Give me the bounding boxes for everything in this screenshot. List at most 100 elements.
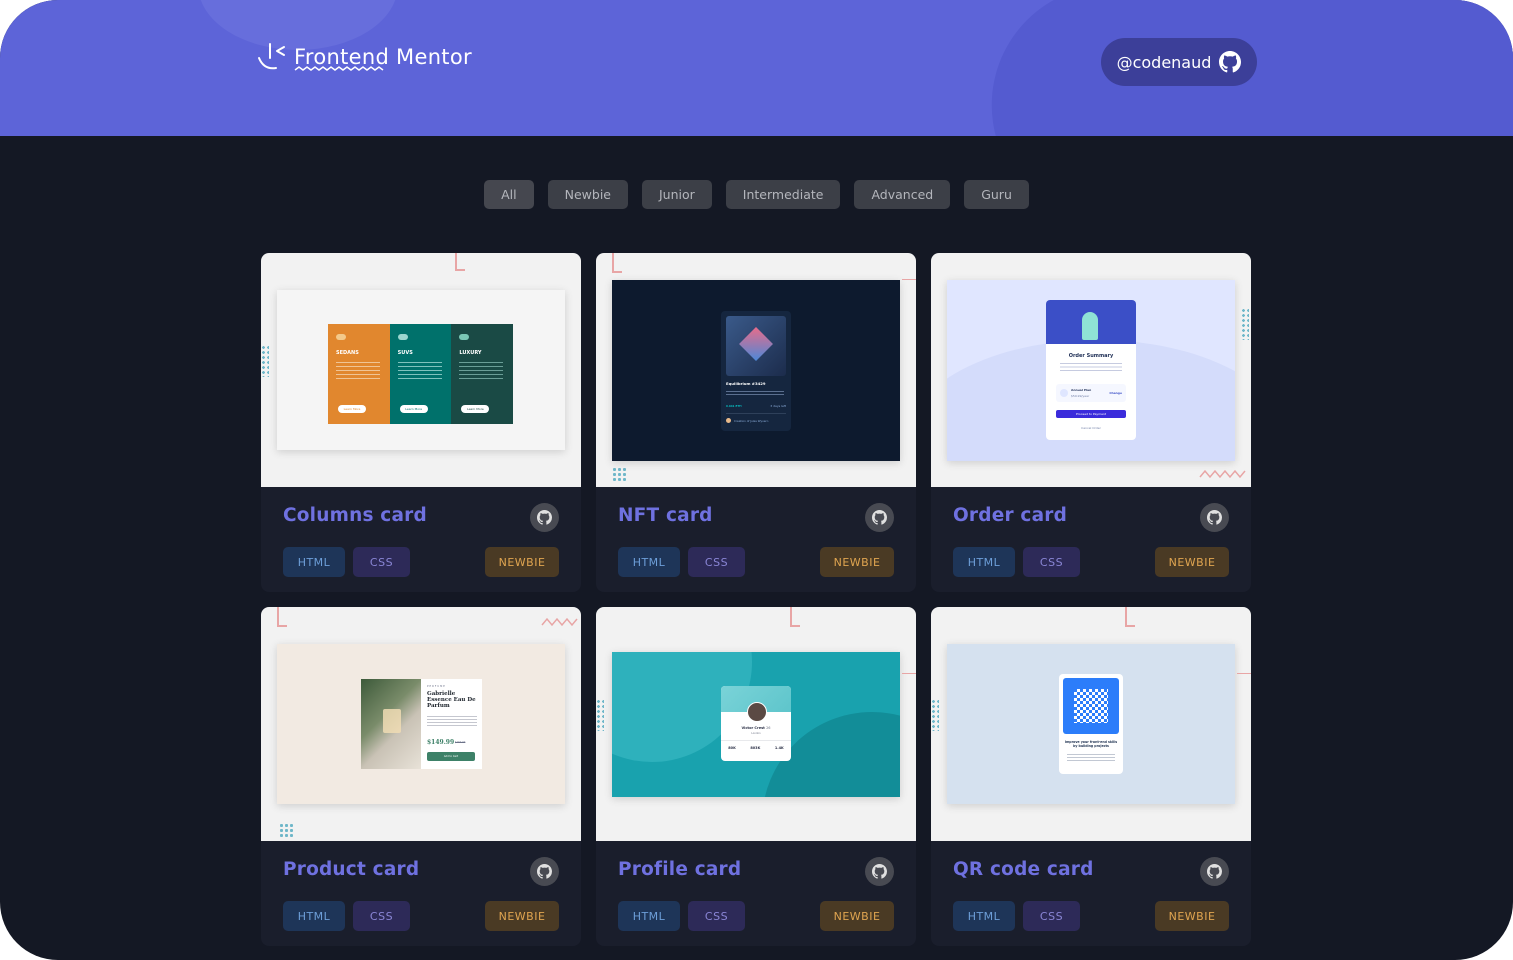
tag-level: NEWBIE [1155,547,1229,577]
tag-html: HTML [283,901,345,931]
github-icon [872,864,887,879]
nft-image [726,316,786,376]
qr-image [1063,678,1119,734]
column-text [336,362,380,380]
car-icon [336,334,346,340]
stat-followers: 80K [728,746,736,750]
nft-title: Equilibrium #3429 [726,381,766,386]
product-description [427,716,477,728]
filter-intermediate[interactable]: Intermediate [725,180,841,209]
github-icon [1219,51,1242,73]
card-title[interactable]: Columns card [283,505,427,526]
profile-name: Victor Crest [741,726,765,730]
nft-price: 0.041 ETH [726,404,742,408]
decoration [279,823,295,839]
screenshot-bg: Improve your front-end skills by buildin… [947,644,1235,804]
nft-time: 3 days left [770,404,786,408]
github-repo-button[interactable] [1200,857,1229,886]
project-card-product[interactable]: PERFUME Gabrielle Essence Eau De Parfum … [261,607,581,946]
column-heading: SEDANS [336,350,359,356]
filter-newbie[interactable]: Newbie [547,180,628,209]
filter-junior[interactable]: Junior [642,180,712,209]
product-old-price: $169.99 [455,741,466,744]
column-text [397,362,442,380]
github-repo-button[interactable] [865,503,894,532]
card-title[interactable]: QR code card [953,859,1094,880]
project-thumbnail[interactable]: PERFUME Gabrielle Essence Eau De Parfum … [261,607,581,841]
card-title[interactable]: Product card [283,859,419,880]
level-filter-bar: All Newbie Junior Intermediate Advanced … [0,180,1513,209]
profile-age: 26 [766,726,771,730]
learn-more-button: Learn More [338,405,366,413]
perfume-image [361,679,421,769]
screenshot-bg: SEDANS Learn More SUVS Learn More LUXURY [277,290,565,450]
profile-card-preview: Victor Crest 26 London 80K 803K 1.4K [721,686,791,761]
tag-level: NEWBIE [820,547,894,577]
project-thumbnail[interactable]: SEDANS Learn More SUVS Learn More LUXURY [261,253,581,487]
screenshot-bg: PERFUME Gabrielle Essence Eau De Parfum … [277,644,565,804]
column-heading: SUVS [397,350,413,356]
screenshot-bg: Equilibrium #3429 0.041 ETH 3 days left … [612,280,900,461]
project-card-profile[interactable]: Victor Crest 26 London 80K 803K 1.4K Pro… [596,607,916,946]
tag-html: HTML [618,901,680,931]
card-title[interactable]: Profile card [618,859,741,880]
frontend-mentor-logo-icon [258,43,285,70]
github-icon [1207,510,1222,525]
filter-all[interactable]: All [484,180,534,209]
nft-description [726,391,784,397]
decoration [931,699,939,731]
nft-card-preview: Equilibrium #3429 0.041 ETH 3 days left … [721,311,791,431]
avatar [726,418,731,423]
decoration [541,617,578,627]
change-link: Change [1109,391,1122,395]
project-thumbnail[interactable]: Equilibrium #3429 0.041 ETH 3 days left … [596,253,916,487]
project-card-qr[interactable]: Improve your front-end skills by buildin… [931,607,1251,946]
card-title[interactable]: Order card [953,505,1067,526]
github-repo-button[interactable] [865,857,894,886]
tag-level: NEWBIE [485,901,559,931]
logo[interactable]: Frontend Mentor [256,40,472,74]
tag-css: CSS [688,547,745,577]
filter-advanced[interactable]: Advanced [854,180,951,209]
project-thumbnail[interactable]: Order Summary Annual Plan $59.99/year Ch… [931,253,1251,487]
car-icon [459,334,470,340]
tag-level: NEWBIE [820,901,894,931]
project-card-columns[interactable]: SEDANS Learn More SUVS Learn More LUXURY [261,253,581,592]
add-to-cart-button: Add to Cart [427,752,475,761]
github-icon [872,510,887,525]
github-profile-button[interactable]: @codenaud [1101,38,1257,86]
nft-creator: Creation of Jules Wyvern [734,419,769,423]
decoration [902,279,916,286]
github-icon [537,864,552,879]
app-frame: Frontend Mentor @codenaud All Newbie Jun… [0,0,1513,960]
car-icon [397,334,408,340]
columns-preview: SEDANS Learn More SUVS Learn More LUXURY [328,324,514,424]
stat-photos: 1.4K [774,746,784,750]
decoration [1199,469,1246,479]
tag-level: NEWBIE [1155,901,1229,931]
github-repo-button[interactable] [1200,503,1229,532]
product-price: $149.99 [427,739,455,746]
column-text [459,362,504,380]
tag-html: HTML [953,547,1015,577]
tag-css: CSS [1023,901,1080,931]
github-icon [1207,864,1222,879]
screenshot-bg: Victor Crest 26 London 80K 803K 1.4K [612,652,900,797]
decoration [277,607,287,627]
card-title[interactable]: NFT card [618,505,713,526]
tag-css: CSS [353,901,410,931]
tag-css: CSS [353,547,410,577]
product-category: PERFUME [427,685,446,688]
project-card-order[interactable]: Order Summary Annual Plan $59.99/year Ch… [931,253,1251,592]
tag-level: NEWBIE [485,547,559,577]
tag-css: CSS [688,901,745,931]
plan-name: Annual Plan [1071,388,1092,392]
project-thumbnail[interactable]: Improve your front-end skills by buildin… [931,607,1251,841]
order-description [1060,363,1122,373]
project-card-nft[interactable]: Equilibrium #3429 0.041 ETH 3 days left … [596,253,916,592]
project-thumbnail[interactable]: Victor Crest 26 London 80K 803K 1.4K [596,607,916,841]
github-repo-button[interactable] [530,503,559,532]
filter-guru[interactable]: Guru [964,180,1029,209]
decoration [1125,607,1135,627]
github-repo-button[interactable] [530,857,559,886]
